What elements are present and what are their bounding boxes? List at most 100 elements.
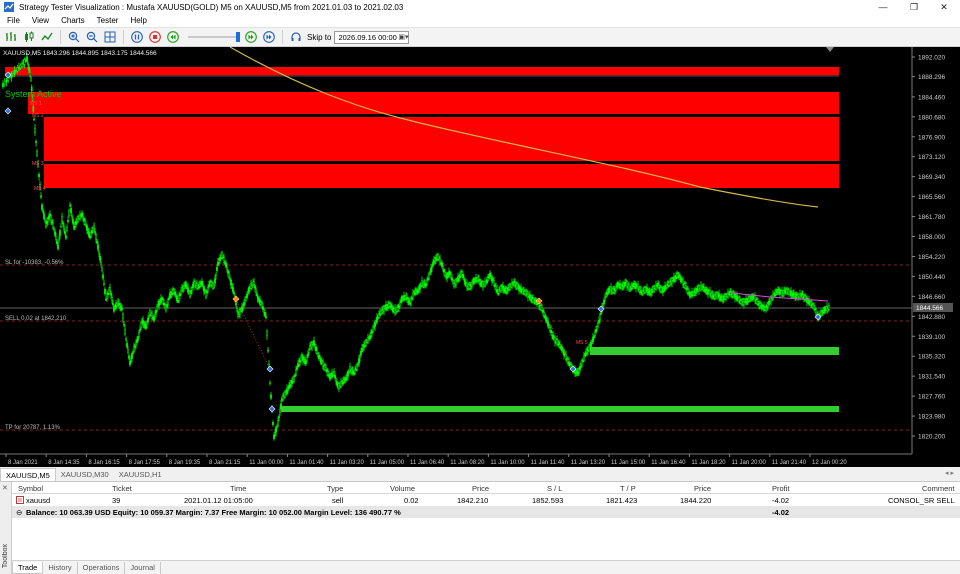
col-symbol[interactable]: Symbol [18,484,43,493]
slow-down-button[interactable] [166,30,180,44]
col-type[interactable]: Type [327,484,343,493]
time-tick-label: 11 Jan 05:00 [370,460,405,466]
candle-body [236,308,238,311]
tab-operations[interactable]: Operations [78,561,126,574]
col-volume[interactable]: Volume [390,484,415,493]
bar-chart-button[interactable] [4,30,18,44]
candle-body [345,376,347,382]
zoom-out-button[interactable] [85,30,99,44]
cell-current-price: 1844.220 [680,496,712,505]
menu-tester[interactable]: Tester [97,16,119,25]
zoom-in-button[interactable] [67,30,81,44]
col-price[interactable]: Price [472,484,489,493]
candle-body [49,214,51,216]
slider-thumb[interactable] [236,32,240,42]
candle-body [123,323,125,326]
close-icon[interactable]: ✕ [2,484,8,492]
speed-up-button[interactable] [244,30,258,44]
menu-view[interactable]: View [32,16,49,25]
tab-history[interactable]: History [43,561,78,574]
candle-body [56,241,58,244]
col-comment[interactable]: Comment [922,484,955,493]
order-marker [536,298,542,304]
candle-chart-button[interactable] [22,30,36,44]
candle-body [442,266,444,270]
col-time[interactable]: Time [230,484,246,493]
price-chart[interactable]: 1892.020 1888.296 1884.460 1880.680 1876.900… [0,47,960,467]
col-profit[interactable]: Profit [772,484,790,493]
window-title: Strategy Tester Visualization : Mustafa … [19,2,404,12]
tab-journal[interactable]: Journal [125,561,161,574]
candle-body [205,292,207,298]
candle-body [335,378,337,382]
skip-date-input[interactable]: 2026.09.16 00:00 ▣▾ [334,30,410,44]
candle-body [397,307,399,311]
chart-canvas[interactable]: 1892.020 1888.296 1884.460 1880.680 1876.900… [0,47,960,467]
candle-body [163,302,165,306]
close-button[interactable]: ✕ [929,0,959,14]
menu-file[interactable]: File [7,16,20,25]
candle-body [263,309,265,313]
candle-body [10,72,13,79]
candle-body [599,314,601,320]
col-current-price[interactable]: Price [694,484,711,493]
candle-body [122,313,124,320]
skip-to-end-button[interactable] [262,30,276,44]
calendar-dropdown-icon[interactable]: ▣▾ [398,33,408,41]
tab-xauusd-m30[interactable]: XAUUSD,M30 [56,468,114,481]
candle-body [577,371,579,375]
candle-body [450,273,452,279]
candle-body [264,311,266,317]
candle-body [138,332,140,337]
minimize-button[interactable]: — [868,0,898,14]
resistance-zone [28,92,839,114]
maximize-button[interactable]: ❐ [899,0,929,14]
candle-body [462,273,464,279]
tabs-scroll-arrows[interactable]: ◂ ▸ [945,469,954,477]
toolbar-separator [282,30,283,44]
time-tick-label: 11 Jan 08:20 [450,460,485,466]
bar-chart-icon [6,32,16,41]
candle-body [189,292,191,298]
candle-body [278,416,280,418]
candle-body [161,298,163,300]
line-chart-button[interactable] [40,30,54,44]
candle-body [294,375,296,377]
table-row[interactable]: xauusd 39 2021.01.12 01:05:00 sell 0.02 … [12,494,960,506]
pause-button[interactable] [130,30,144,44]
menu-help[interactable]: Help [130,16,146,25]
candle-body [68,210,70,216]
candle-body [100,262,102,265]
candle-body [2,82,4,88]
price-tick-label: 1842.880 [918,314,945,321]
col-ticket[interactable]: Ticket [112,484,132,493]
skip-to-icon-button[interactable] [289,30,303,44]
time-tick-label: 8 Jan 14:35 [48,460,80,466]
candle-body [165,306,167,312]
candle-body [437,254,439,260]
candle-icon [25,31,34,42]
candle-body [167,299,169,305]
zone-label: MS 1 [30,101,42,107]
candle-body [88,231,90,237]
cell-volume: 0.02 [404,496,419,505]
trade-table: Symbol Ticket Time Type Volume Price S /… [12,482,960,518]
candle-body [425,283,427,287]
col-sl[interactable]: S / L [547,484,562,493]
candle-body [295,369,297,375]
stop-button[interactable] [148,30,162,44]
tab-xauusd-h1[interactable]: XAUUSD,H1 [114,468,167,481]
current-price-label: 1844.566 [916,305,943,312]
candle-body [548,325,550,328]
col-tp[interactable]: T / P [620,484,636,493]
price-tick-label: 1820.200 [918,434,945,441]
menu-charts[interactable]: Charts [61,16,85,25]
sell-order-label: SELL 0.02 at 1842.210 [5,316,67,322]
tab-xauusd-m5[interactable]: XAUUSD,M5 [0,468,56,481]
price-tick-label: 1858.000 [918,234,945,241]
candle-body [307,353,309,357]
trade-marker [268,405,276,413]
speed-slider[interactable] [188,30,240,44]
tab-trade[interactable]: Trade [12,561,44,574]
tile-button[interactable] [103,30,117,44]
